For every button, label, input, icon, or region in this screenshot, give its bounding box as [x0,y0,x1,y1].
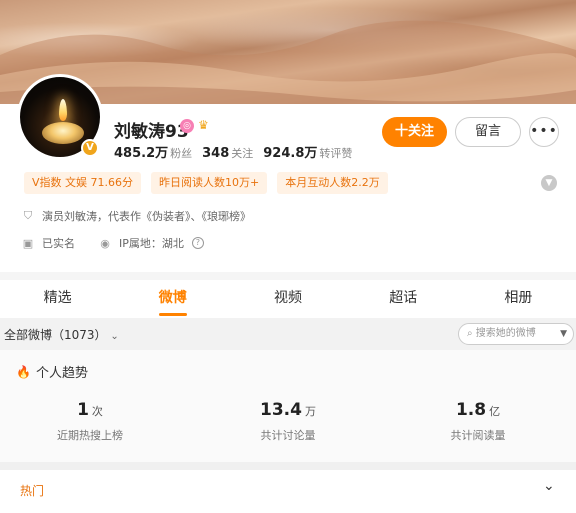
profile-tags: V指数 文娱 71.66分 昨日阅读人数10万+ 本月互动人数2.2万 [24,172,388,194]
metric-value: 13.4 [260,400,302,420]
all-weibo-label: 全部微博（1073） [4,328,107,342]
metric-hot-search: 1次 近期热搜上榜 [0,400,180,443]
more-options-button[interactable]: ••• [529,117,559,147]
tab-weibo[interactable]: 微博 [115,280,230,318]
tab-video[interactable]: 视频 [230,280,345,318]
reposts-count: 924.8万 [263,146,318,161]
tab-album[interactable]: 相册 [461,280,576,318]
help-icon[interactable]: ? [191,237,204,249]
location-icon: ◉ [100,236,110,250]
profile-stats: 485.2万 粉丝 348 关注 924.8万 转评赞 [114,142,352,161]
fire-icon: 🔥 [16,364,31,379]
message-button[interactable]: 留言 [455,117,521,147]
followers-stat[interactable]: 485.2万 粉丝 [114,142,192,161]
verified-text: 已实名 [42,237,75,250]
metric-label: 共计阅读量 [450,429,506,442]
reposts-stat: 924.8万 转评赞 [263,142,352,161]
following-stat[interactable]: 348 关注 [202,145,253,161]
metric-unit: 次 [91,405,103,418]
all-weibo-filter[interactable]: 全部微博（1073） ⌄ [4,326,119,343]
metric-label: 共计讨论量 [260,429,316,442]
metric-unit: 亿 [489,405,501,418]
metric-value: 1.8 [455,400,487,420]
tab-super-topic[interactable]: 超话 [346,280,461,318]
search-input[interactable]: ⌕ 搜索她的微博 ▼ [458,323,574,345]
profile-name: 刘敏涛93 [114,122,189,142]
reposts-label: 转评赞 [319,147,353,160]
metric-label: 近期热搜上榜 [57,429,123,442]
hot-label: 热门 [20,484,45,498]
chevron-down-icon[interactable]: ⌄ [543,478,555,494]
tab-featured[interactable]: 精选 [0,280,115,318]
following-count: 348 [202,146,230,161]
verified-badge-icon: V [81,139,99,157]
trend-title-text: 个人趋势 [35,366,88,381]
crown-icon[interactable]: ♛ [198,118,209,132]
shield-icon: ⛉ [23,209,33,222]
followers-count: 485.2万 [114,146,169,161]
tag-interactions[interactable]: 本月互动人数2.2万 [277,172,388,194]
trend-card: 🔥 个人趋势 1次 近期热搜上榜 13.4 万 共计讨论量 1.8 亿 共计阅读量 [0,350,576,462]
candle-flame-image [59,99,67,121]
candle-image [42,122,84,144]
metric-unit: 万 [304,405,316,418]
hot-section[interactable]: 热门 ⌄ [0,470,576,513]
following-label: 关注 [231,147,254,160]
metric-value: 1 [77,400,89,420]
search-icon: ⌕ [467,328,473,339]
followers-label: 粉丝 [170,147,193,160]
ip-location-text: IP属地：湖北 [119,237,184,250]
metric-discussions: 13.4 万 共计讨论量 [198,400,378,443]
follow-button[interactable]: 十关注 [382,117,447,147]
chevron-down-icon: ⌄ [110,331,119,342]
bio-text: 演员刘敏涛，代表作《伪装者》、《琅琊榜》 [42,210,251,223]
dropdown-caret-icon[interactable]: ▼ [560,324,567,344]
metric-reads: 1.8 亿 共计阅读量 [388,400,568,443]
meta-row: ▣ 已实名 ◉ IP属地：湖北 ? [22,235,204,251]
expand-chevron-icon[interactable]: ▼ [541,175,557,191]
bio-row: ⛉ 演员刘敏涛，代表作《伪装者》、《琅琊榜》 [22,208,251,224]
trend-title: 🔥 个人趋势 [16,362,88,382]
search-placeholder: 搜索她的微博 [475,328,536,339]
tag-v-index[interactable]: V指数 文娱 71.66分 [24,172,142,194]
tag-reads[interactable]: 昨日阅读人数10万+ [151,172,268,194]
vip-icon[interactable]: ◎ [180,119,194,133]
section-divider [0,462,576,470]
profile-tabs: 精选 微博 视频 超话 相册 [0,280,576,318]
section-divider [0,272,576,280]
filter-bar: 全部微博（1073） ⌄ ⌕ 搜索她的微博 ▼ [0,318,576,350]
id-card-icon: ▣ [22,236,34,250]
